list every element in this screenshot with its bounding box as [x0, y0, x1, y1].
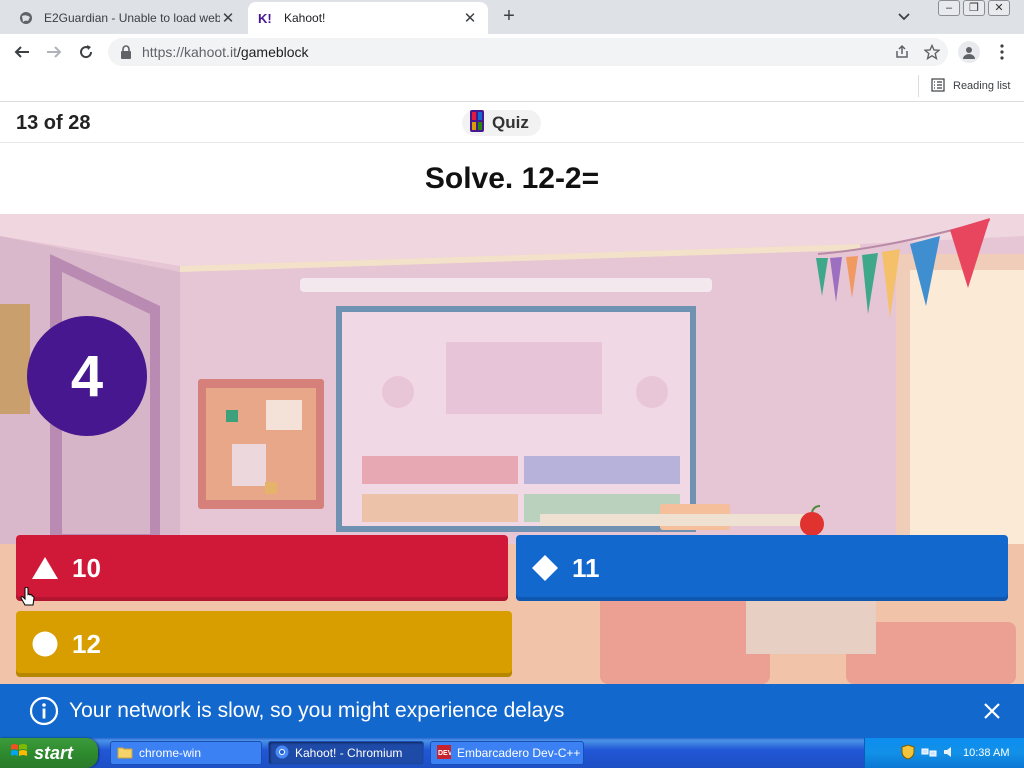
profile-avatar-icon[interactable]: [958, 41, 980, 63]
tab-title: Kahoot!: [284, 11, 326, 25]
share-icon[interactable]: [894, 44, 910, 65]
start-label: start: [34, 742, 74, 763]
back-arrow-icon[interactable]: [12, 42, 32, 62]
taskbar-item-label: chrome-win: [139, 746, 202, 760]
globe-icon: [18, 10, 34, 26]
question-title: Solve. 12-2=: [0, 143, 1024, 215]
bookmark-bar: Reading list: [0, 70, 1024, 102]
network-warning-text: Your network is slow, so you might exper…: [69, 699, 565, 722]
clock[interactable]: 10:38 AM: [963, 747, 1009, 759]
taskbar: start chrome-win Kahoot! - Chromium DEV …: [0, 738, 1024, 768]
svg-text:DEV: DEV: [438, 750, 451, 757]
answer-text: 12: [72, 628, 101, 659]
answer-text: 11: [572, 552, 600, 583]
taskbar-item-kahoot-chromium[interactable]: Kahoot! - Chromium: [268, 741, 424, 765]
tab-e2guardian[interactable]: E2Guardian - Unable to load website ✕: [8, 2, 246, 34]
answer-button-triangle[interactable]: 10: [16, 535, 508, 601]
taskbar-item-devcpp[interactable]: DEV Embarcadero Dev-C++: [430, 741, 584, 765]
taskbar-item-chrome-win[interactable]: chrome-win: [110, 741, 262, 765]
question-counter: 13 of 28: [16, 112, 91, 134]
hand-cursor-icon: [20, 586, 36, 609]
network-icon[interactable]: [921, 745, 937, 762]
windows-logo-icon: [10, 742, 28, 765]
screen: E2Guardian - Unable to load website ✕ K!…: [0, 0, 1024, 768]
close-tab-icon[interactable]: ✕: [220, 9, 236, 27]
countdown-timer: 4: [27, 316, 147, 436]
taskbar-item-label: Kahoot! - Chromium: [295, 746, 403, 760]
diamond-icon: [530, 553, 560, 583]
menu-kebab-icon[interactable]: [994, 42, 1010, 62]
bookmark-star-icon[interactable]: [923, 43, 941, 65]
quiz-type-badge: Quiz: [462, 109, 541, 137]
devcpp-icon: DEV: [437, 744, 453, 762]
network-warning-banner: Your network is slow, so you might exper…: [0, 684, 1024, 738]
kahoot-favicon: K!: [258, 10, 274, 26]
lock-icon: [120, 45, 132, 59]
reading-list-button[interactable]: Reading list: [918, 75, 1010, 97]
quiz-type-label: Quiz: [492, 113, 529, 132]
close-banner-icon[interactable]: [980, 699, 1004, 723]
folder-icon: [117, 745, 133, 762]
start-button[interactable]: start: [0, 738, 98, 768]
tab-title: E2Guardian - Unable to load website: [44, 11, 220, 25]
restore-button[interactable]: ❐: [963, 0, 985, 16]
info-icon: [29, 696, 59, 726]
security-shield-icon[interactable]: [901, 743, 915, 763]
reading-list-label: Reading list: [953, 80, 1011, 92]
circle-icon: [30, 629, 60, 659]
taskbar-item-label: Embarcadero Dev-C++: [457, 746, 581, 760]
game-header: 13 of 28 Quiz: [0, 103, 1024, 143]
forward-arrow-icon[interactable]: [44, 42, 64, 62]
new-tab-button[interactable]: +: [498, 6, 520, 28]
window-controls: – ❐ ✕: [938, 0, 1010, 16]
tab-search-chevron-icon[interactable]: [894, 8, 914, 26]
quiz-grid-icon: [470, 109, 484, 137]
omnibox-actions: [894, 43, 941, 65]
svg-text:K!: K!: [258, 11, 272, 25]
browser-toolbar: https://kahoot.it/gameblock: [0, 34, 1024, 70]
minimize-button[interactable]: –: [938, 0, 960, 16]
answer-button-diamond[interactable]: 11: [516, 535, 1008, 601]
answer-button-circle[interactable]: 12: [16, 611, 512, 677]
address-bar[interactable]: https://kahoot.it/gameblock: [108, 38, 948, 66]
reload-icon[interactable]: [76, 42, 96, 62]
tab-kahoot[interactable]: K! Kahoot! ✕: [248, 2, 488, 34]
answer-text: 10: [72, 552, 101, 583]
url-text: https://kahoot.it/gameblock: [142, 44, 309, 60]
volume-icon[interactable]: [943, 745, 957, 762]
close-window-button[interactable]: ✕: [988, 0, 1010, 16]
triangle-icon: [30, 553, 60, 583]
close-tab-icon[interactable]: ✕: [462, 9, 478, 27]
reading-list-icon: [931, 77, 945, 95]
system-tray: 10:38 AM: [864, 738, 1024, 768]
chromium-icon: [275, 745, 289, 762]
tab-strip: E2Guardian - Unable to load website ✕ K!…: [0, 0, 1024, 34]
